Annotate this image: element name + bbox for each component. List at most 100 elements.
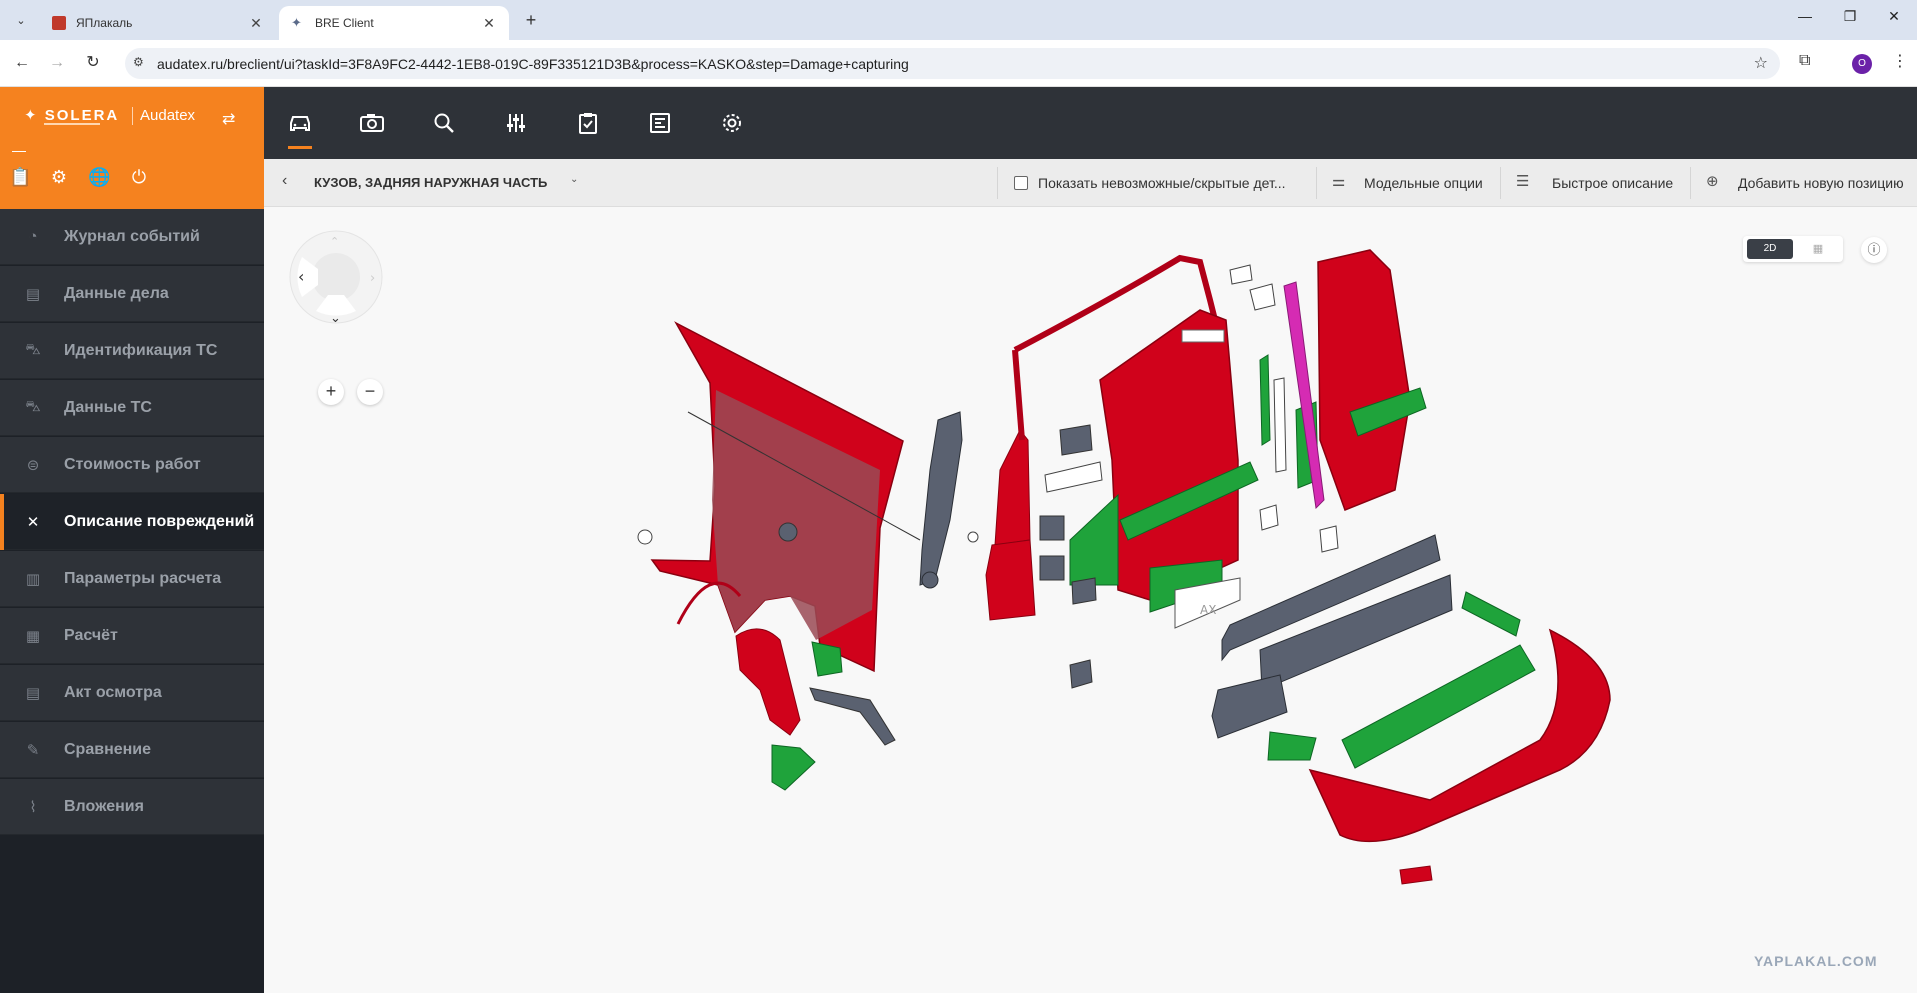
- url-field[interactable]: ⚙ audatex.ru/breclient/ui?taskId=3F8A9FC…: [125, 48, 1780, 79]
- sidebar-item-damage-description[interactable]: ✕ Описание повреждений: [0, 494, 264, 550]
- window-close-icon[interactable]: ✕: [1882, 8, 1906, 25]
- solera-favicon-icon: ✦: [291, 15, 302, 30]
- tool-settings[interactable]: [708, 87, 756, 159]
- sidebar-item-calculation-params[interactable]: ▥ Параметры расчета: [0, 551, 264, 607]
- sidebar-item-labor-cost[interactable]: ⊜ Стоимость работ: [0, 437, 264, 493]
- sidebar-item-label: Сравнение: [64, 740, 152, 758]
- bookmark-star-icon[interactable]: ☆: [1754, 53, 1768, 73]
- tool-photo[interactable]: [348, 87, 396, 159]
- tools-icon: ✕: [26, 513, 40, 531]
- browser-tab-bre-client[interactable]: ✦ BRE Client ✕: [279, 6, 509, 40]
- rear-door-right[interactable]: [1259, 249, 1427, 511]
- forward-arrow-icon[interactable]: →: [45, 51, 69, 75]
- rear-side-panel[interactable]: [650, 321, 921, 673]
- car-icon: ⛍: [25, 341, 41, 358]
- model-options-button[interactable]: Модельные опции: [1364, 175, 1483, 191]
- tail-light[interactable]: [985, 429, 1065, 621]
- rear-pillar[interactable]: [919, 411, 979, 589]
- power-icon[interactable]: ⏻: [128, 166, 150, 188]
- exploded-parts-diagram[interactable]: AX: [264, 207, 1917, 993]
- sidebar-item-vehicle-data[interactable]: ⛍ Данные ТС: [0, 380, 264, 436]
- parts-diagram-canvas: ‹ ⌄ ⌃ › + − 2D ▦ ⓘ AX YAPLAKAL.COM: [264, 207, 1917, 993]
- document-icon: ▤: [25, 285, 41, 303]
- tool-search[interactable]: [420, 87, 468, 159]
- add-circle-icon[interactable]: ⊕: [1706, 172, 1719, 190]
- svg-text:AX: AX: [1200, 603, 1216, 617]
- divider: [1690, 167, 1691, 199]
- sidebar-item-case-data[interactable]: ▤ Данные дела: [0, 266, 264, 322]
- labor-cost-icon: ⊜: [26, 456, 40, 474]
- sidebar-item-label: Описание повреждений: [64, 512, 255, 530]
- browser-tab-yaplakal[interactable]: ЯПлакаль ✕: [40, 6, 276, 40]
- watermark: YAPLAKAL.COM: [1754, 953, 1878, 969]
- camera-icon: [360, 114, 384, 132]
- close-icon[interactable]: ✕: [248, 15, 264, 32]
- chevron-left-icon[interactable]: ‹: [282, 172, 287, 190]
- divider: [1316, 167, 1317, 199]
- gear-icon: [723, 114, 741, 132]
- tab-title: BRE Client: [315, 16, 374, 30]
- compare-icon: ✎: [26, 741, 40, 759]
- tool-checklist[interactable]: [564, 87, 612, 159]
- search-icon: [434, 113, 454, 133]
- restore-icon[interactable]: ❐: [1838, 8, 1862, 25]
- wheel-arch-liner[interactable]: [735, 628, 801, 736]
- solera-tagline-graphic: [44, 122, 104, 128]
- sidebar-item-calculation[interactable]: ▦ Расчёт: [0, 608, 264, 664]
- sidebar-item-label: Расчёт: [64, 626, 118, 644]
- yaplakal-favicon-icon: [52, 16, 66, 30]
- sidebar-item-label: Акт осмотра: [64, 683, 162, 701]
- browser-tabbar: ⌄ ЯПлакаль ✕ ✦ BRE Client ✕ + — ❐ ✕: [0, 0, 1917, 40]
- globe-icon[interactable]: 🌐: [88, 166, 110, 188]
- brand-header: ✦ SOLERA Audatex ⇄ 📋 ⚙ 🌐 ⏻: [0, 87, 264, 209]
- audatex-logo: Audatex: [140, 107, 196, 124]
- clipboard-icon[interactable]: 📋: [9, 166, 31, 188]
- logo-separator: [132, 107, 133, 125]
- chevron-down-icon[interactable]: ⌄: [570, 174, 578, 185]
- divider: [12, 151, 26, 152]
- browser-menu-icon[interactable]: ⋮: [1892, 51, 1908, 71]
- tool-vehicle[interactable]: [276, 87, 324, 159]
- back-arrow-icon[interactable]: ←: [10, 51, 34, 75]
- new-tab-plus-icon[interactable]: +: [520, 9, 542, 31]
- show-hidden-checkbox[interactable]: [1014, 176, 1028, 190]
- extensions-puzzle-icon[interactable]: ⧉: [1799, 52, 1810, 70]
- sidebar-item-attachments[interactable]: ⌇ Вложения: [0, 779, 264, 835]
- divider: [997, 167, 998, 199]
- calc-params-icon: ▥: [25, 570, 41, 588]
- sliders-icon: [507, 114, 525, 132]
- tab-title: ЯПлакаль: [76, 16, 133, 30]
- site-settings-icon[interactable]: ⚙: [133, 55, 144, 69]
- minimize-icon[interactable]: —: [1793, 8, 1817, 24]
- gear-icon[interactable]: ⚙: [48, 166, 70, 188]
- sidebar-item-inspection-report[interactable]: ▤ Акт осмотра: [0, 665, 264, 721]
- quick-description-icon[interactable]: ☰: [1516, 172, 1529, 190]
- paperclip-icon: ⌇: [29, 798, 37, 816]
- sidebar-item-label: Данные ТС: [64, 398, 152, 416]
- divider: [1500, 167, 1501, 199]
- tab-search-icon[interactable]: ⌄: [10, 9, 32, 31]
- calculation-icon: ▦: [25, 627, 41, 645]
- sidebar-item-label: Идентификация ТС: [64, 341, 218, 359]
- add-new-position-button[interactable]: Добавить новую позицию: [1738, 175, 1904, 191]
- sidebar-item-label: Параметры расчета: [64, 569, 222, 587]
- model-options-sliders-icon[interactable]: ⚌: [1332, 172, 1345, 190]
- sidebar-item-vehicle-identification[interactable]: ⛍ Идентификация ТС: [0, 323, 264, 379]
- reload-icon[interactable]: ↻: [81, 51, 105, 75]
- sidebar-nav: ◔ Журнал событий ▤ Данные дела ⛍ Идентиф…: [0, 209, 264, 993]
- sidebar-item-event-log[interactable]: ◔ Журнал событий: [0, 209, 264, 265]
- tool-report[interactable]: [636, 87, 684, 159]
- sidebar-item-comparison[interactable]: ✎ Сравнение: [0, 722, 264, 778]
- clipboard-check-icon: [579, 113, 597, 134]
- tool-adjust[interactable]: [492, 87, 540, 159]
- sidebar-item-label: Стоимость работ: [64, 455, 201, 473]
- swap-arrows-icon[interactable]: ⇄: [222, 109, 235, 129]
- sidebar-item-label: Данные дела: [64, 284, 169, 302]
- report-icon: [650, 113, 670, 133]
- show-hidden-label[interactable]: Показать невозможные/скрытые дет...: [1038, 175, 1285, 191]
- close-icon[interactable]: ✕: [481, 15, 497, 32]
- profile-avatar[interactable]: O: [1852, 54, 1872, 74]
- quick-description-button[interactable]: Быстрое описание: [1552, 175, 1673, 191]
- section-title[interactable]: КУЗОВ, ЗАДНЯЯ НАРУЖНАЯ ЧАСТЬ: [314, 175, 547, 190]
- car-data-icon: ⛍: [25, 398, 41, 415]
